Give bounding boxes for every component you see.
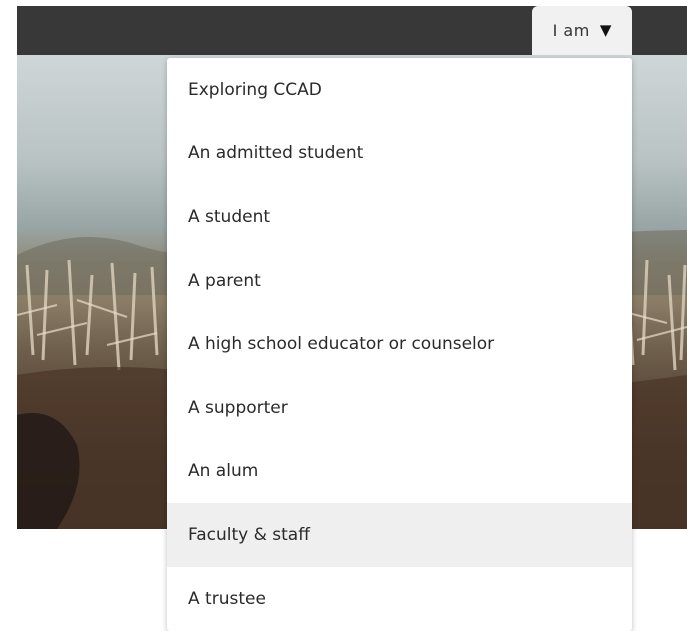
menu-item-student[interactable]: A student bbox=[167, 185, 632, 249]
menu-item-parent[interactable]: A parent bbox=[167, 249, 632, 313]
i-am-dropdown-button[interactable]: I am ▼ bbox=[532, 6, 632, 55]
i-am-dropdown-menu: Exploring CCAD An admitted student A stu… bbox=[167, 58, 632, 631]
menu-item-trustee[interactable]: A trustee bbox=[167, 567, 632, 631]
menu-item-admitted-student[interactable]: An admitted student bbox=[167, 122, 632, 186]
menu-item-alum[interactable]: An alum bbox=[167, 440, 632, 504]
menu-item-faculty-staff[interactable]: Faculty & staff bbox=[167, 503, 632, 567]
menu-item-exploring-ccad[interactable]: Exploring CCAD bbox=[167, 58, 632, 122]
i-am-label: I am bbox=[552, 21, 590, 40]
menu-item-supporter[interactable]: A supporter bbox=[167, 376, 632, 440]
caret-down-icon: ▼ bbox=[599, 21, 612, 39]
menu-item-educator-counselor[interactable]: A high school educator or counselor bbox=[167, 312, 632, 376]
